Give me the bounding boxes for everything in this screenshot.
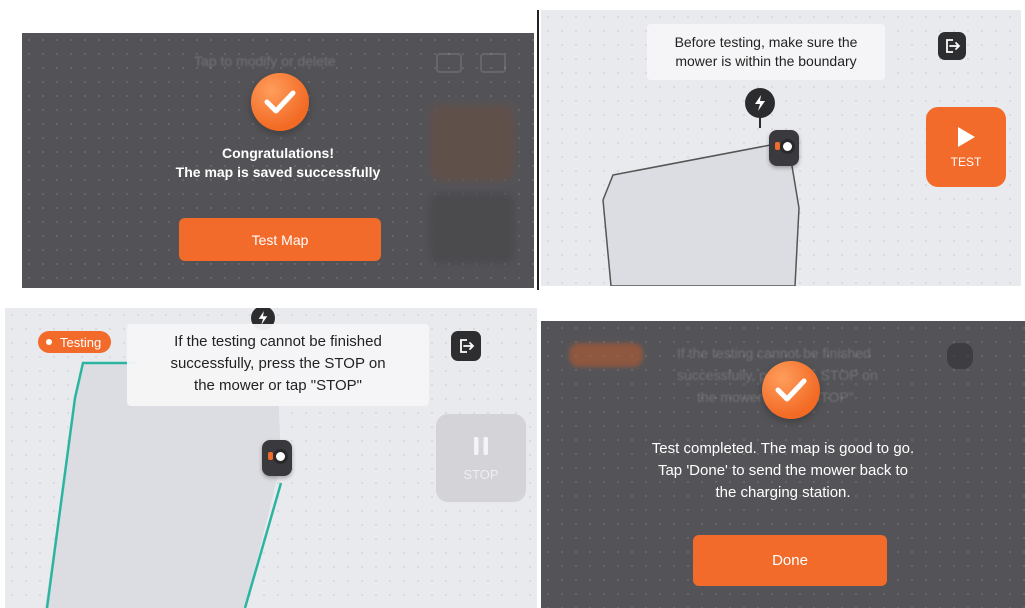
ghost-icon-b (480, 53, 506, 73)
dialog-line-3: the charging station. (715, 484, 851, 501)
panel-test-completed: If the testing cannot be finished succes… (541, 321, 1025, 608)
dialog-line-2: Tap 'Done' to send the mower back to (657, 462, 909, 479)
play-icon (958, 127, 975, 147)
panel-before-test: Before testing, make sure the mower is w… (541, 10, 1021, 286)
status-dot (46, 339, 52, 345)
panel-divider (537, 10, 539, 290)
testing-status-badge: Testing (38, 331, 112, 353)
check-circle-icon (762, 361, 820, 419)
tip-line-2: mower is within the boundary (675, 53, 857, 69)
dialog-line-1: Test completed. The map is good to go. (651, 440, 915, 457)
ghost-exit-button (947, 343, 973, 369)
tip-line-2: successfully, press the STOP on (170, 355, 386, 372)
boundary-area (602, 142, 800, 286)
tip-line-1: If the testing cannot be finished (174, 333, 382, 350)
stop-button[interactable]: STOP (436, 414, 526, 502)
ghost-tip-line-1: If the testing cannot be finished (677, 345, 871, 361)
dialog-title: Congratulations! (222, 145, 334, 161)
status-label: Testing (60, 334, 102, 350)
stop-button-label: STOP (463, 466, 499, 482)
test-button-label: TEST (950, 155, 982, 169)
test-map-button[interactable]: Test Map (179, 218, 381, 261)
check-circle-icon (251, 73, 309, 131)
station-pin (759, 118, 761, 128)
ghost-hint-text: Tap to modify or delete (194, 53, 336, 69)
exit-button[interactable] (938, 32, 966, 60)
ghost-icon-a (436, 53, 462, 73)
tip-line-3: the mower or tap "STOP" (194, 377, 362, 394)
tip-line-1: Before testing, make sure the (674, 34, 858, 50)
bolt-icon (755, 95, 765, 111)
panel-map-saved: Tap to modify or delete Congratulations!… (22, 33, 534, 288)
tip-box: If the testing cannot be finished succes… (127, 324, 429, 406)
pause-icon (474, 436, 488, 455)
exit-button[interactable] (451, 331, 481, 361)
exit-icon (946, 39, 961, 53)
panel-testing: Testing If the testing cannot be finishe… (5, 308, 537, 608)
charging-station-badge (745, 88, 775, 118)
mower-icon (262, 440, 292, 476)
exit-icon (460, 339, 475, 353)
ghost-status-badge (569, 343, 643, 367)
test-button[interactable]: TEST (926, 107, 1006, 187)
mower-icon (769, 130, 799, 166)
done-button[interactable]: Done (693, 535, 887, 586)
tip-box: Before testing, make sure the mower is w… (647, 24, 885, 80)
dialog-message: The map is saved successfully (175, 164, 381, 180)
